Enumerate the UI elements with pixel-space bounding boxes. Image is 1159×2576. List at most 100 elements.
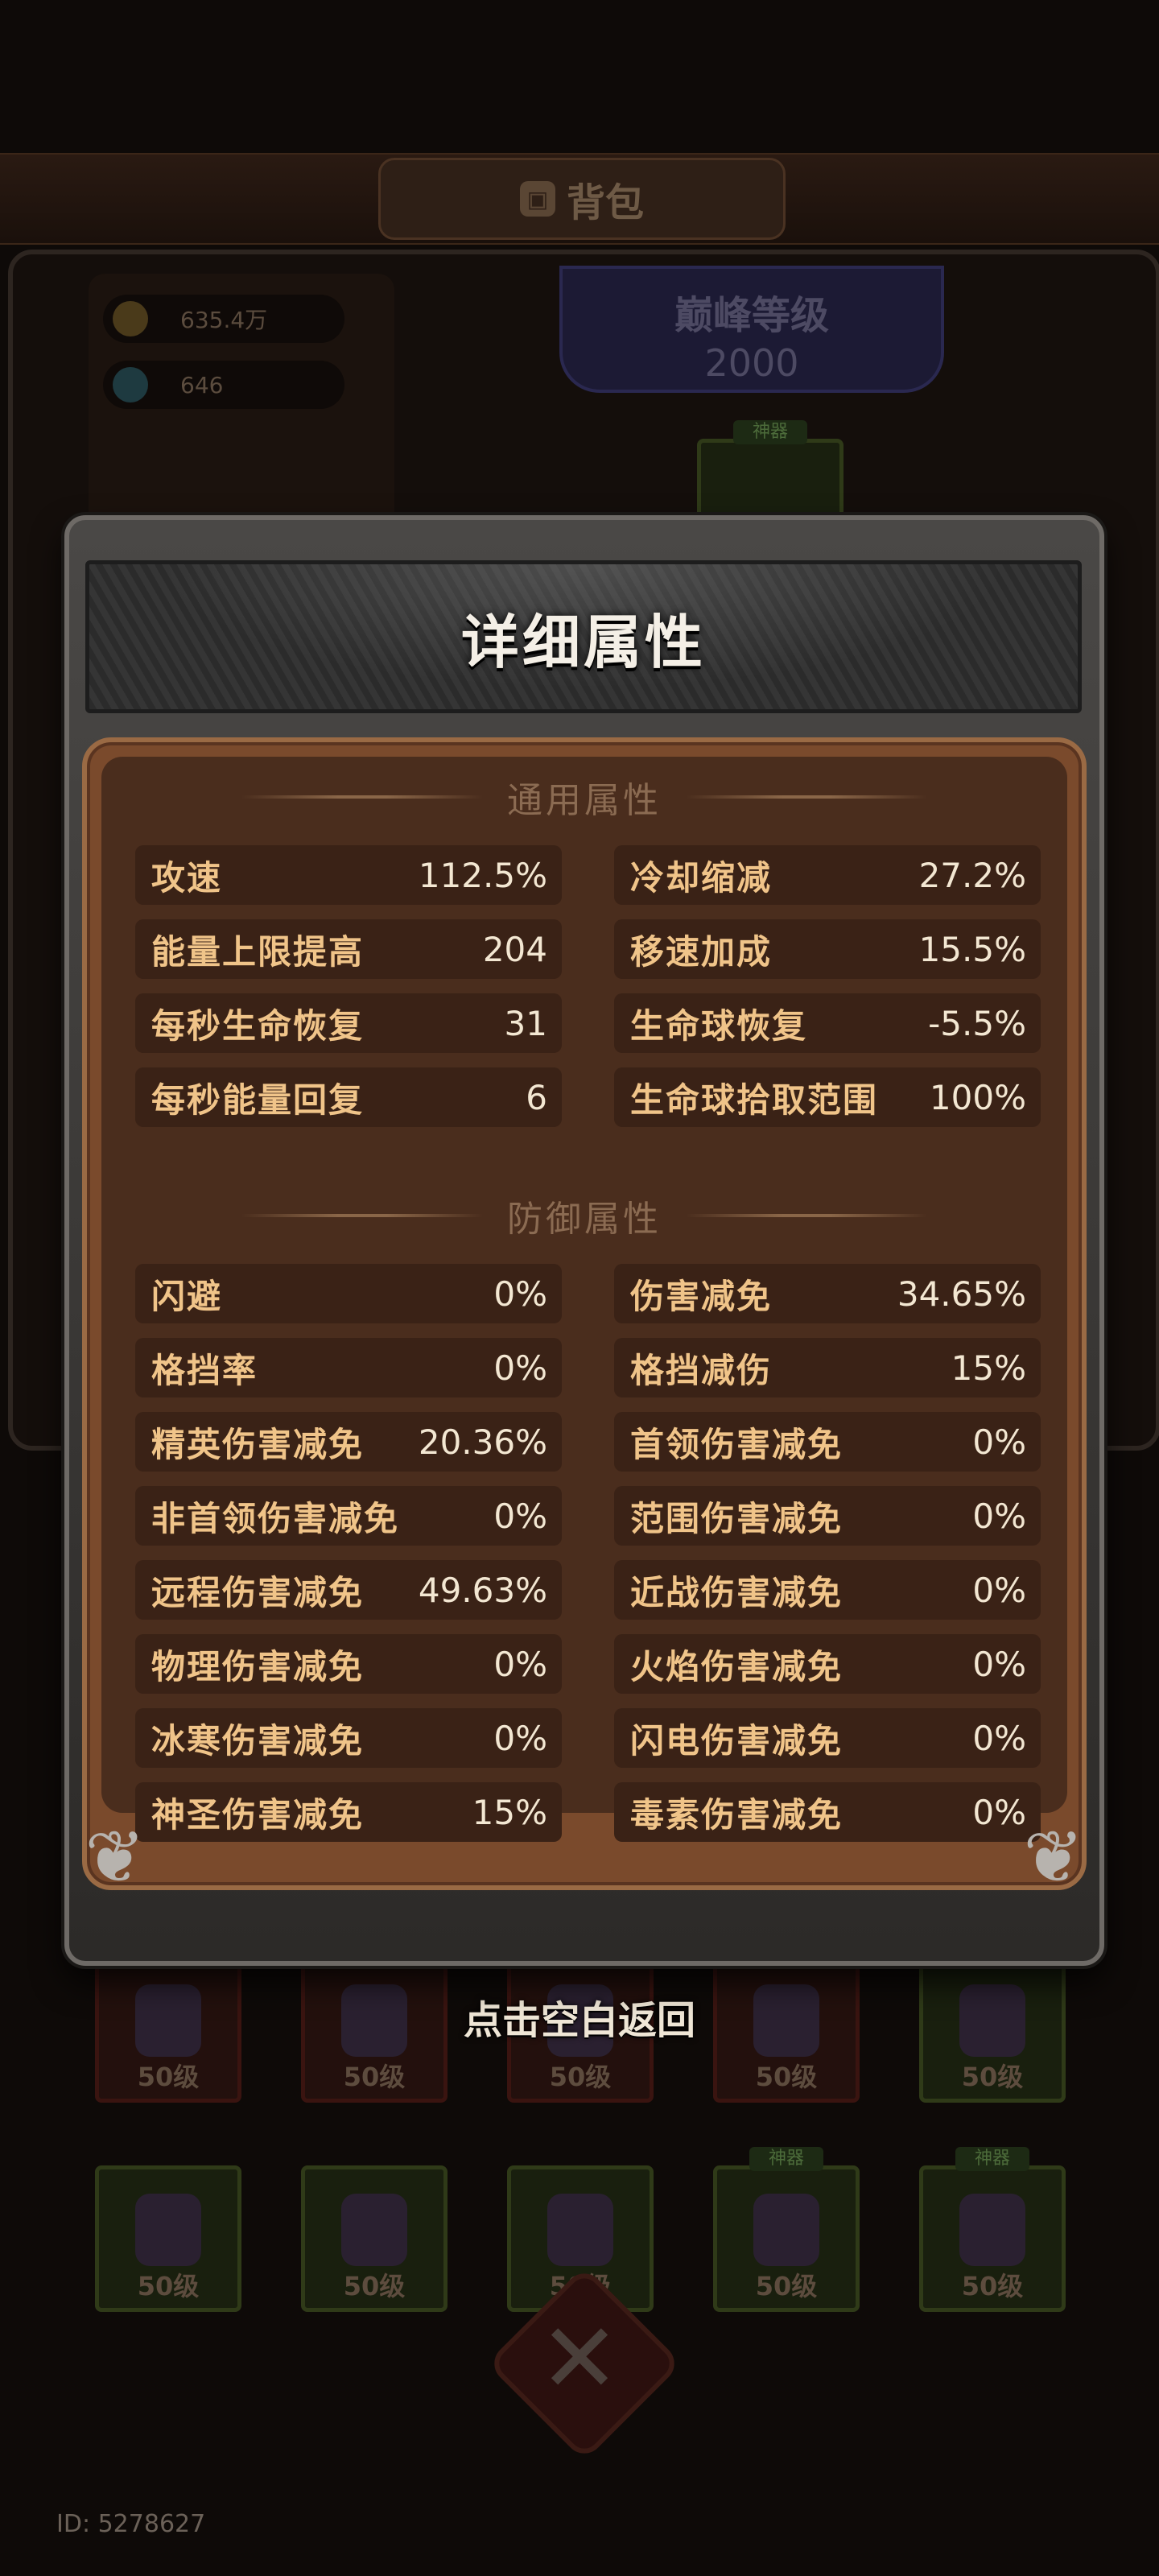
stat-row: 格挡减伤 15% [614,1338,1041,1397]
stat-row: 冷却缩减 27.2% [614,845,1041,905]
divider-right [686,795,927,799]
stat-row: 攻速 112.5% [135,845,562,905]
stat-row: 每秒生命恢复 31 [135,993,562,1053]
stat-name: 生命球恢复 [630,1005,808,1046]
god-badge: 神器 [955,2147,1029,2171]
stat-value: 31 [504,1003,547,1043]
stat-row: 近战伤害减免 0% [614,1560,1041,1620]
inventory-slot[interactable]: 50级 [301,2165,448,2312]
section-header-general: 通用属性 [101,773,1067,821]
stat-name: 冷却缩减 [630,857,773,898]
inventory-slot[interactable]: 神器 50级 [713,2147,860,2312]
stat-value: 34.65% [897,1274,1026,1314]
bag-title: 背包 [566,180,644,225]
god-badge: 神器 [733,420,807,444]
stat-name: 格挡率 [151,1350,258,1390]
stat-name: 物理伤害减免 [151,1646,365,1686]
stat-name: 每秒能量回复 [151,1080,365,1120]
divider-left [241,1214,483,1217]
stat-row: 闪避 0% [135,1264,562,1323]
stat-value: 0% [493,1644,547,1684]
stat-row: 首领伤害减免 0% [614,1412,1041,1472]
stat-row: 精英伤害减免 20.36% [135,1412,562,1472]
stat-name: 火焰伤害减免 [630,1646,843,1686]
stat-name: 非首领伤害减免 [151,1498,400,1538]
stat-name: 毒素伤害减免 [630,1794,843,1835]
inventory-slot[interactable]: 50级 [95,2165,241,2312]
stat-name: 首领伤害减免 [630,1424,843,1464]
peak-level-banner: 巅峰等级 2000 [559,266,944,393]
stat-value: 0% [493,1718,547,1758]
stat-row: 物理伤害减免 0% [135,1634,562,1694]
tap-to-return-hint[interactable]: 点击空白返回 [0,1988,1159,2045]
stat-row: 能量上限提高 204 [135,919,562,979]
stat-value: 0% [493,1348,547,1388]
stat-row: 生命球拾取范围 100% [614,1067,1041,1127]
section-label-general: 通用属性 [507,780,662,821]
stat-row: 冰寒伤害减免 0% [135,1708,562,1768]
stat-row: 闪电伤害减免 0% [614,1708,1041,1768]
stat-row: 伤害减免 34.65% [614,1264,1041,1323]
divider-right [686,1214,927,1217]
item-icon [753,2194,819,2266]
item-icon [341,2194,407,2266]
stat-row: 火焰伤害减免 0% [614,1634,1041,1694]
player-id: ID: 5278627 [56,2510,206,2538]
stat-name: 生命球拾取范围 [630,1080,879,1120]
stat-name: 远程伤害减免 [151,1572,365,1612]
section-label-defense: 防御属性 [507,1199,662,1240]
stat-value: 6 [526,1077,547,1117]
stat-row: 非首领伤害减免 0% [135,1486,562,1546]
stat-name: 移速加成 [630,931,773,972]
stat-value: 0% [972,1570,1026,1610]
detail-attributes-dialog: 详细属性 通用属性 防御属性 攻速 112.5% 冷却缩减 27.2% 能量上限提高 20… [64,515,1104,1966]
item-icon [547,2194,613,2266]
stat-value: 0% [493,1496,547,1536]
item-icon [959,2194,1025,2266]
dialog-title: 详细属性 [460,608,706,676]
coin-counter: 635.4万 [103,295,344,343]
coin-amount: 635.4万 [180,307,268,333]
stat-name: 攻速 [151,857,223,898]
peak-level-value: 2000 [704,341,799,385]
stat-row: 移速加成 15.5% [614,919,1041,979]
stat-value: 0% [972,1644,1026,1684]
stat-row: 远程伤害减免 49.63% [135,1560,562,1620]
stat-name: 近战伤害减免 [630,1572,843,1612]
attributes-list: 通用属性 防御属性 攻速 112.5% 冷却缩减 27.2% 能量上限提高 204 移速加成… [101,757,1067,1842]
divider-left [241,795,483,799]
stat-name: 闪电伤害减免 [630,1720,843,1761]
stat-row: 生命球恢复 -5.5% [614,993,1041,1053]
corner-ornament-left: ❦ [85,1814,146,1900]
section-header-defense: 防御属性 [101,1191,1067,1240]
stat-name: 闪避 [151,1276,223,1316]
gem-amount: 646 [180,371,224,398]
stat-value: 0% [972,1496,1026,1536]
coin-icon [113,301,148,336]
stat-row: 范围伤害减免 0% [614,1486,1041,1546]
stat-row: 毒素伤害减免 0% [614,1782,1041,1842]
gem-counter: 646 [103,361,344,409]
bag-title-plate: ▣ 背包 [378,158,786,240]
inventory-slot[interactable]: 神器 50级 [919,2147,1066,2312]
stat-name: 神圣伤害减免 [151,1794,365,1835]
stat-value: 204 [482,929,547,969]
stat-value: 0% [972,1422,1026,1462]
gem-icon [113,367,148,402]
stat-name: 伤害减免 [630,1276,773,1316]
stat-value: 15% [472,1792,547,1832]
stat-row: 格挡率 0% [135,1338,562,1397]
stat-value: 0% [493,1274,547,1314]
stat-value: 27.2% [918,855,1026,895]
god-badge: 神器 [749,2147,823,2171]
stat-value: 49.63% [418,1570,547,1610]
stat-name: 范围伤害减免 [630,1498,843,1538]
stat-name: 每秒生命恢复 [151,1005,365,1046]
attributes-panel: 通用属性 防御属性 攻速 112.5% 冷却缩减 27.2% 能量上限提高 204 移速加成… [82,737,1087,1900]
stat-value: 0% [972,1718,1026,1758]
stat-value: 100% [929,1077,1026,1117]
close-icon[interactable]: ✕ [515,2294,644,2423]
stat-value: 15% [951,1348,1026,1388]
stat-value: 112.5% [418,855,547,895]
stat-value: 15.5% [918,929,1026,969]
